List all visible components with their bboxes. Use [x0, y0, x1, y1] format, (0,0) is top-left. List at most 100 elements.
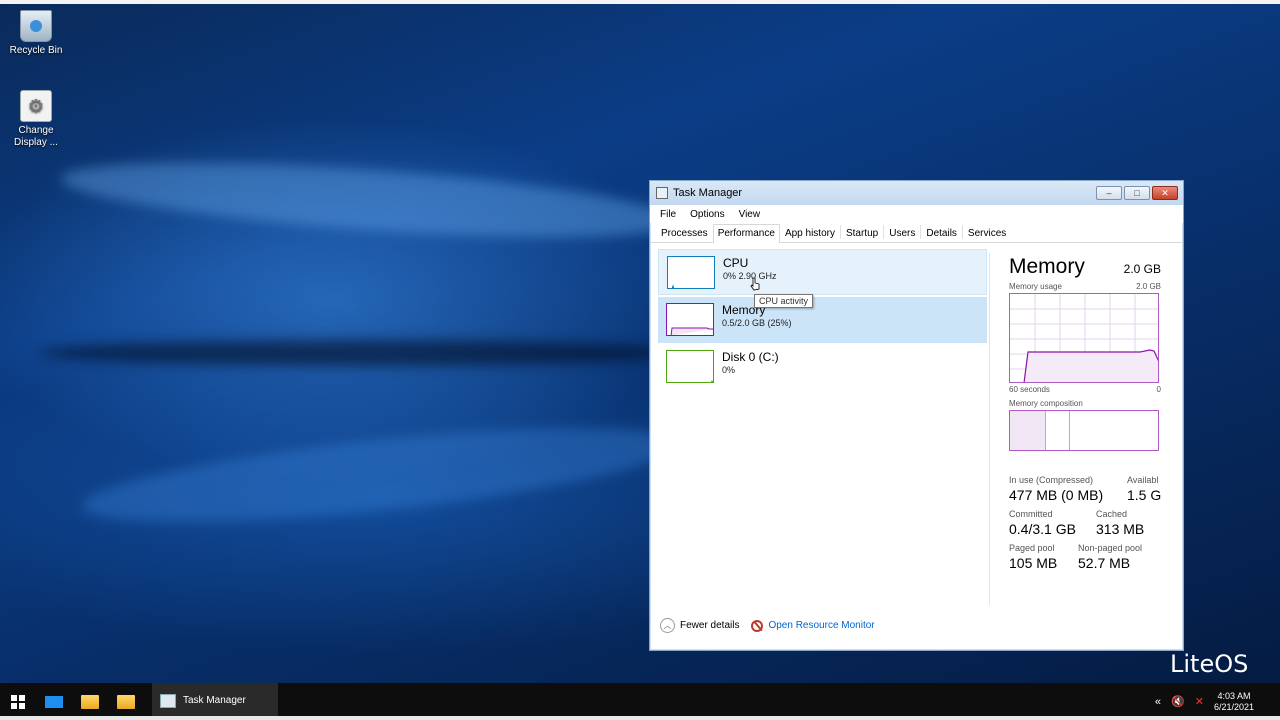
memory-composition-label: Memory composition — [1009, 399, 1083, 408]
perf-item-disk[interactable]: Disk 0 (C:) 0% — [658, 344, 987, 390]
memory-thumbnail-graph — [666, 303, 714, 336]
task-manager-icon — [160, 693, 176, 708]
liteos-watermark: LiteOS — [1170, 650, 1249, 678]
folder-icon — [117, 694, 135, 709]
stat-label: Non-paged pool — [1078, 543, 1143, 553]
disk-thumbnail-graph — [666, 350, 714, 383]
taskbar-pinned-file-explorer[interactable] — [72, 683, 108, 720]
perf-item-title: Disk 0 (C:) — [722, 350, 779, 364]
memory-usage-label: Memory usage — [1009, 282, 1062, 291]
desktop-icon-change-display[interactable]: ⚙ Change Display ... — [6, 90, 66, 149]
pane-divider[interactable] — [989, 253, 990, 605]
stat-label: Cached — [1096, 509, 1128, 519]
task-manager-app-icon — [656, 187, 668, 199]
chevron-up-icon[interactable]: ︿ — [660, 618, 675, 633]
composition-modified-segment — [1046, 411, 1070, 450]
memory-stats: In use (Compressed) 477 MB (0 MB) Availa… — [1009, 475, 1161, 571]
footer-bar: ︿ Fewer details Open Resource Monitor — [660, 618, 875, 633]
display-settings-icon: ⚙ — [20, 90, 52, 122]
stat-label: Committed — [1009, 509, 1053, 519]
graph-axis-left-label: 60 seconds — [1009, 385, 1050, 394]
perf-item-title: CPU — [723, 256, 749, 270]
resource-list: CPU 0% 2.90 GHz Memory 0.5/2.0 GB (25%) … — [658, 249, 988, 589]
menu-bar: File Options View — [650, 205, 1183, 223]
task-manager-window: Task Manager – □ ✕ File Options View Pro… — [649, 180, 1184, 651]
stat-value: 1.5 G — [1127, 487, 1161, 503]
graph-axis-right-label: 0 — [1156, 385, 1161, 394]
stat-value: 477 MB (0 MB) — [1009, 487, 1104, 503]
top-border — [0, 0, 1280, 4]
window-title: Task Manager — [673, 187, 743, 199]
resource-monitor-icon — [751, 619, 764, 632]
desktop-icon-label: Change Display ... — [14, 125, 58, 148]
desktop-icon-recycle-bin[interactable]: Recycle Bin — [6, 10, 66, 57]
stat-in-use: In use (Compressed) 477 MB (0 MB) — [1009, 475, 1104, 503]
tab-startup[interactable]: Startup — [841, 224, 883, 242]
minimize-button[interactable]: – — [1096, 186, 1122, 200]
stat-value: 105 MB — [1009, 555, 1058, 571]
network-error-icon[interactable]: ✕ — [1195, 695, 1204, 708]
taskbar-task-label: Task Manager — [183, 695, 246, 706]
perf-item-subtitle: 0% — [722, 365, 736, 375]
memory-usage-graph — [1009, 293, 1159, 383]
tab-processes[interactable]: Processes — [656, 224, 713, 242]
memory-total: 2.0 GB — [1123, 262, 1161, 276]
perf-item-subtitle: 0.5/2.0 GB (25%) — [722, 318, 792, 328]
wallpaper-dark-band — [40, 340, 680, 366]
stat-label: Availabl — [1127, 475, 1159, 485]
menu-file[interactable]: File — [660, 209, 676, 220]
folder-icon — [81, 694, 99, 709]
show-hidden-icons-chevron-icon[interactable]: « — [1155, 696, 1161, 708]
stat-label: Paged pool — [1009, 543, 1055, 553]
clock-date: 6/21/2021 — [1213, 701, 1254, 712]
taskbar-task-manager[interactable]: Task Manager — [152, 683, 278, 720]
open-resource-monitor-link[interactable]: Open Resource Monitor — [768, 620, 874, 631]
memory-detail-pane: Memory 2.0 GB Memory usage 2.0 GB 60 sec… — [1009, 255, 1161, 571]
close-button[interactable]: ✕ — [1152, 186, 1178, 200]
clock-time: 4:03 AM — [1217, 690, 1251, 701]
clock[interactable]: 4:03 AM 6/21/2021 — [1214, 691, 1254, 713]
desktop-icon-label: Recycle Bin — [9, 45, 63, 56]
bottom-border — [0, 716, 1280, 720]
stat-committed: Committed 0.4/3.1 GB — [1009, 509, 1078, 537]
stat-value: 52.7 MB — [1078, 555, 1131, 571]
taskbar-pinned-folder[interactable] — [108, 683, 144, 720]
stat-label: In use (Compressed) — [1009, 475, 1094, 485]
tab-strip: Processes Performance App history Startu… — [650, 223, 1183, 243]
volume-muted-icon[interactable]: 🔇 — [1171, 695, 1185, 708]
tooltip-cpu-activity: CPU activity — [754, 294, 814, 308]
memory-usage-max: 2.0 GB — [1136, 282, 1161, 291]
wallpaper-light-beam — [58, 148, 682, 252]
tab-performance[interactable]: Performance — [712, 224, 780, 243]
stat-available: Availabl 1.5 G — [1078, 475, 1161, 503]
taskbar-pinned-display[interactable] — [36, 683, 72, 720]
stat-value: 313 MB — [1096, 521, 1145, 537]
system-tray: « 🔇 ✕ 4:03 AM 6/21/2021 — [1155, 683, 1254, 720]
stat-value: 0.4/3.1 GB — [1009, 521, 1076, 537]
composition-in-use-segment — [1010, 411, 1046, 450]
memory-detail-title: Memory — [1009, 255, 1085, 278]
mouse-cursor-hand-icon — [750, 277, 760, 291]
maximize-button[interactable]: □ — [1124, 186, 1150, 200]
tab-app-history[interactable]: App history — [780, 224, 840, 242]
stat-paged-pool: Paged pool 105 MB — [1009, 543, 1078, 571]
recycle-bin-icon — [20, 10, 52, 42]
stat-non-paged-pool: Non-paged pool 52.7 MB — [1078, 543, 1161, 571]
start-button[interactable] — [0, 683, 36, 720]
taskbar: Task Manager « 🔇 ✕ 4:03 AM 6/21/2021 — [0, 683, 1280, 720]
title-bar[interactable]: Task Manager – □ ✕ — [650, 181, 1183, 205]
cpu-thumbnail-graph — [667, 256, 715, 289]
tab-services[interactable]: Services — [963, 224, 1011, 242]
fewer-details-button[interactable]: Fewer details — [680, 620, 739, 631]
perf-item-memory[interactable]: Memory 0.5/2.0 GB (25%) — [658, 297, 987, 343]
menu-view[interactable]: View — [739, 209, 761, 220]
tab-details[interactable]: Details — [921, 224, 962, 242]
tab-users[interactable]: Users — [884, 224, 920, 242]
perf-item-cpu[interactable]: CPU 0% 2.90 GHz — [658, 249, 987, 295]
wallpaper-light-beam-lower — [77, 408, 683, 542]
menu-options[interactable]: Options — [690, 209, 724, 220]
monitor-icon — [45, 695, 63, 708]
stat-cached: Cached 313 MB — [1078, 509, 1161, 537]
memory-composition-bar — [1009, 410, 1159, 451]
windows-logo-icon — [11, 694, 25, 709]
